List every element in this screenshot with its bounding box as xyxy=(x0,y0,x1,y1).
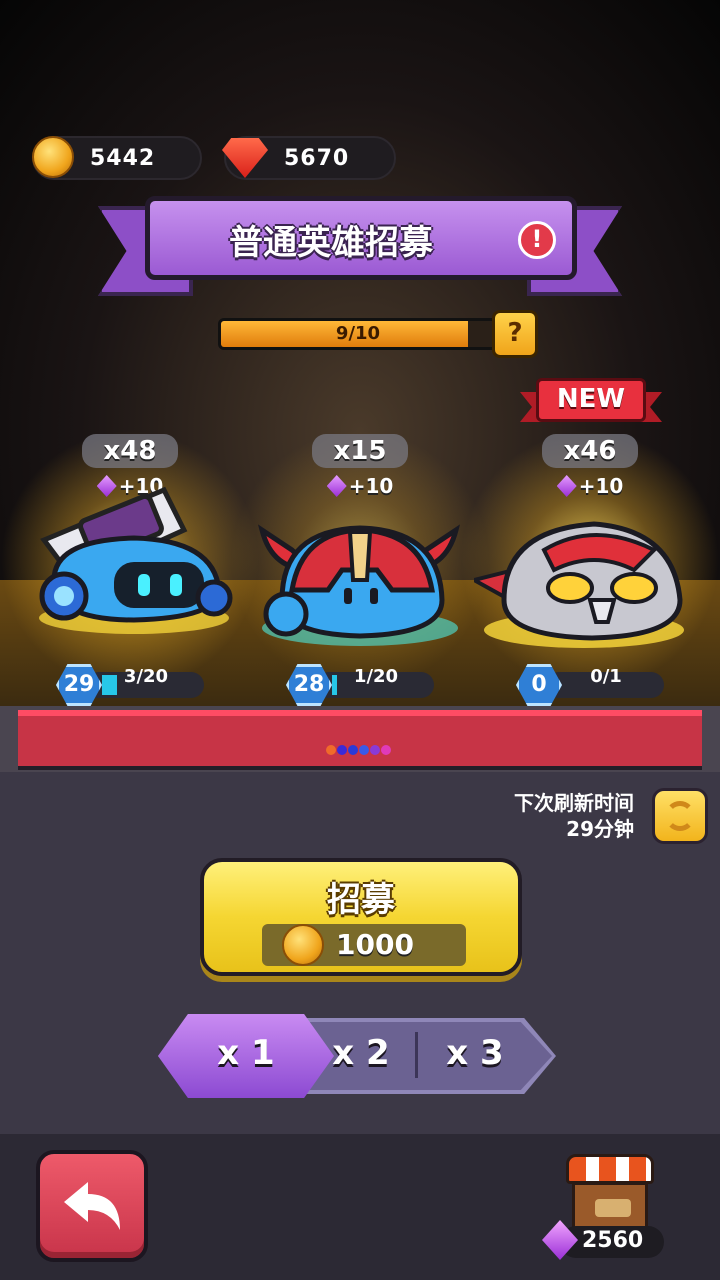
page-dot xyxy=(381,745,391,755)
refresh-time: 29分钟 xyxy=(566,817,634,841)
new-badge-label: NEW xyxy=(536,378,646,422)
hero-2-bonus: +10 xyxy=(310,474,410,500)
recruit-progress-bar: 9/10 xyxy=(218,318,498,350)
page-dot xyxy=(359,745,369,755)
hero-1-shards: 3/20 xyxy=(123,666,169,687)
new-badge: NEW xyxy=(520,378,662,428)
hero-2-horned-helmet[interactable] xyxy=(252,510,466,650)
multiplier-x3[interactable]: x 3 xyxy=(420,1018,530,1092)
page-dot xyxy=(370,745,380,755)
back-arrow-icon xyxy=(64,1182,120,1230)
hero-3-bonus-value: +10 xyxy=(578,474,624,498)
hero-2-bonus-value: +10 xyxy=(348,474,394,498)
recruit-cost: 1000 xyxy=(262,924,466,966)
page-dot xyxy=(326,745,336,755)
gem-amount: 5670 xyxy=(284,146,350,171)
help-button[interactable]: ? xyxy=(492,310,538,358)
progress-label: 9/10 xyxy=(335,323,381,344)
hero-1-level: 3/20 29 xyxy=(56,664,206,706)
gold-coin-icon xyxy=(32,136,74,178)
divider xyxy=(415,1032,418,1078)
purple-gem-icon xyxy=(326,475,347,497)
recruit-cost-value: 1000 xyxy=(336,928,414,961)
refresh-button[interactable] xyxy=(652,788,708,844)
hero-3-bonus: +10 xyxy=(540,474,640,500)
recruit-label: 招募 xyxy=(327,880,395,920)
banner-title: 普通英雄招募 xyxy=(229,223,433,263)
hero-1-count: x48 xyxy=(82,434,178,468)
page-dot xyxy=(337,745,347,755)
purple-gem-icon xyxy=(556,475,577,497)
hero-3-shards: 0/1 xyxy=(590,666,622,687)
hero-3-level: 0/1 0 xyxy=(516,664,666,706)
page-indicator xyxy=(326,740,392,755)
refresh-label: 下次刷新时间 xyxy=(514,791,634,815)
hero-2-level: 1/20 28 xyxy=(286,664,436,706)
shop-icon xyxy=(572,1182,648,1230)
recruit-banner: 普通英雄招募 ! xyxy=(145,196,577,280)
multiplier-x1[interactable]: x 1 xyxy=(180,1018,312,1092)
hero-2-count: x15 xyxy=(312,434,408,468)
page-dot xyxy=(348,745,358,755)
hero-3-count: x46 xyxy=(542,434,638,468)
shop-awning xyxy=(566,1154,654,1184)
hero-3-silver-hero[interactable] xyxy=(474,510,694,650)
alert-icon[interactable]: ! xyxy=(518,221,556,259)
hero-1-robot[interactable] xyxy=(14,470,234,640)
shop-price-value: 2560 xyxy=(582,1228,644,1253)
refresh-icon xyxy=(665,801,695,831)
gold-coin-icon xyxy=(282,924,324,966)
gold-amount: 5442 xyxy=(90,146,156,171)
multiplier-x2[interactable]: x 2 xyxy=(310,1018,412,1092)
hero-2-shards: 1/20 xyxy=(353,666,399,687)
refresh-timer: 下次刷新时间 29分钟 xyxy=(514,790,634,842)
shop-button[interactable] xyxy=(566,1154,654,1234)
recruit-button[interactable]: 招募 1000 xyxy=(200,858,522,976)
back-button[interactable] xyxy=(36,1150,148,1262)
